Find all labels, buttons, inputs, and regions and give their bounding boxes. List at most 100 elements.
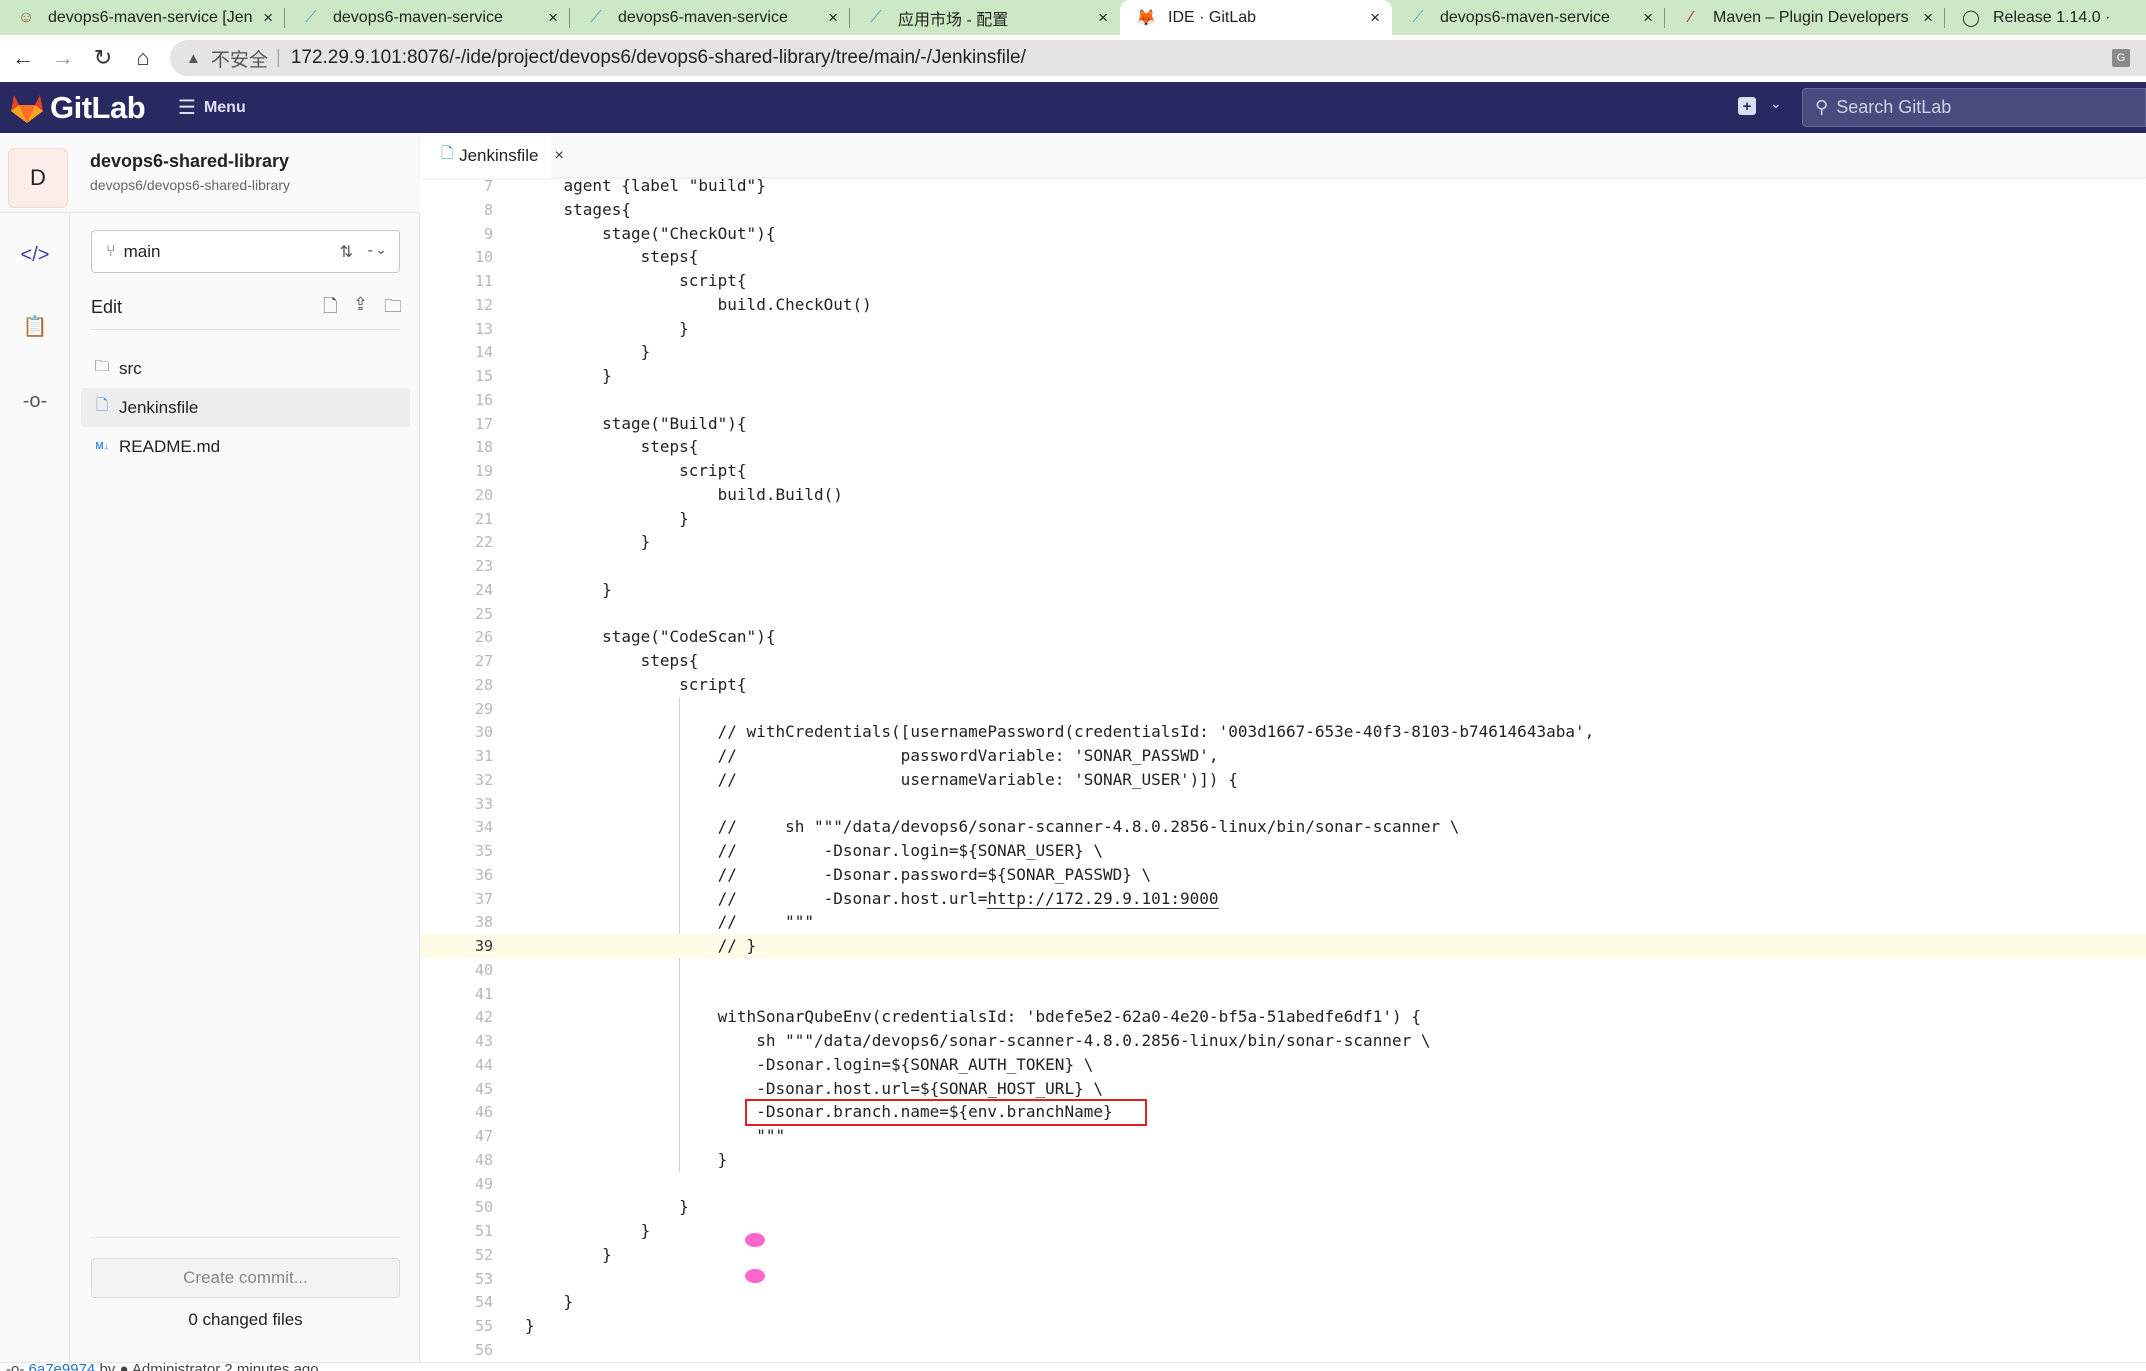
code-line[interactable]: 41 <box>421 982 2146 1006</box>
code-line[interactable]: 46 -Dsonar.branch.name=${env.branchName} <box>421 1100 2146 1124</box>
code-line[interactable]: 19 script{ <box>421 459 2146 483</box>
code-line[interactable]: 15 } <box>421 364 2146 388</box>
activity-review[interactable]: 📋 <box>0 301 70 351</box>
address-bar[interactable]: ▲ 不安全 | 172.29.9.101:8076/-/ide/project/… <box>170 40 2146 76</box>
new-item-dropdown[interactable]: ⌄ <box>1770 95 1782 112</box>
code-area[interactable]: 7 agent {label "build"} 8 stages{9 stage(… <box>421 133 2146 1362</box>
gitlab-home-link[interactable]: GitLab <box>10 90 146 126</box>
code-line[interactable]: 32 // usernameVariable: 'SONAR_USER')]) … <box>421 768 2146 792</box>
code-line[interactable]: 35 // -Dsonar.login=${SONAR_USER} \ <box>421 839 2146 863</box>
code-line[interactable]: 36 // -Dsonar.password=${SONAR_PASSWD} \ <box>421 863 2146 887</box>
code-line[interactable]: 42 withSonarQubeEnv(credentialsId: 'bdef… <box>421 1005 2146 1029</box>
code-line[interactable]: 17 stage("Build"){ <box>421 412 2146 436</box>
close-tab-icon[interactable]: × <box>548 8 558 28</box>
browser-tab[interactable]: ⟋ devops6-maven-service × <box>1392 0 1665 35</box>
branch-selector[interactable]: ⑂ main ⇅ - ⌄ <box>91 230 400 273</box>
code-line[interactable]: 39 // } <box>421 934 2146 958</box>
code-line[interactable]: 51 } <box>421 1219 2146 1243</box>
code-line[interactable]: 22 } <box>421 530 2146 554</box>
code-line[interactable]: 44 -Dsonar.login=${SONAR_AUTH_TOKEN} \ <box>421 1053 2146 1077</box>
back-button[interactable]: ← <box>8 43 38 73</box>
browser-tab[interactable]: 🦊 IDE · GitLab × <box>1120 0 1392 35</box>
code-line[interactable]: 50 } <box>421 1195 2146 1219</box>
code-line[interactable]: 43 sh """/data/devops6/sonar-scanner-4.8… <box>421 1029 2146 1053</box>
close-tab-icon[interactable]: × <box>828 8 838 28</box>
line-number: 51 <box>474 1222 493 1240</box>
code-line[interactable]: 10 steps{ <box>421 245 2146 269</box>
browser-tab[interactable]: ⟋ devops6-maven-service × <box>570 0 850 35</box>
code-line[interactable]: 31 // passwordVariable: 'SONAR_PASSWD', <box>421 744 2146 768</box>
code-line[interactable]: 11 script{ <box>421 269 2146 293</box>
code-line[interactable]: 25 <box>421 602 2146 626</box>
browser-tab[interactable]: ◯ Release 1.14.0 · mc1arke <box>1945 0 2146 35</box>
code-line[interactable]: 53 <box>421 1267 2146 1291</box>
code-line[interactable]: 12 build.CheckOut() <box>421 293 2146 317</box>
code-line[interactable]: 52 } <box>421 1243 2146 1267</box>
close-tab-icon[interactable]: × <box>263 8 273 28</box>
code-line[interactable]: 18 steps{ <box>421 435 2146 459</box>
new-folder-icon[interactable]: 🗀 <box>384 294 402 324</box>
new-item-button[interactable]: + <box>1738 97 1756 115</box>
url-text[interactable]: 172.29.9.101:8076/-/ide/project/devops6/… <box>291 47 1026 69</box>
edit-header: Edit 🗋 ⇪ 🗀 <box>91 288 402 328</box>
code-line[interactable]: 9 stage("CheckOut"){ <box>421 222 2146 246</box>
close-tab-icon[interactable]: × <box>1923 8 1933 28</box>
create-commit-button[interactable]: Create commit... <box>91 1258 400 1298</box>
code-line[interactable]: 49 <box>421 1172 2146 1196</box>
file-tree-item[interactable]: 🗋 Jenkinsfile <box>81 388 410 427</box>
project-avatar[interactable]: D <box>8 148 68 208</box>
translate-icon[interactable]: G <box>2112 49 2130 67</box>
arrow-right-icon: → <box>52 45 74 70</box>
code-line[interactable]: 20 build.Build() <box>421 483 2146 507</box>
browser-tab[interactable]: ⟋ devops6-maven-service × <box>285 0 570 35</box>
code-line[interactable]: 45 -Dsonar.host.url=${SONAR_HOST_URL} \ <box>421 1077 2146 1101</box>
browser-tab[interactable]: ⟋ 应用市场 - 配置 × <box>850 0 1120 35</box>
code-line[interactable]: 55} <box>421 1314 2146 1338</box>
close-tab-icon[interactable]: × <box>1643 8 1653 28</box>
code-line[interactable]: 33 <box>421 792 2146 816</box>
file-icon: 🗋 <box>441 145 454 162</box>
author-name[interactable]: Administrator <box>132 1363 220 1371</box>
code-line[interactable]: 14 } <box>421 340 2146 364</box>
file-tree-item[interactable]: M↓ README.md <box>81 427 410 466</box>
close-tab-icon[interactable]: × <box>554 147 563 165</box>
code-line[interactable]: 54 } <box>421 1290 2146 1314</box>
reload-button[interactable]: ↻ <box>88 43 118 73</box>
search-gitlab-input[interactable]: ⚲ Search GitLab <box>1802 88 2146 127</box>
code-line[interactable]: 16 <box>421 388 2146 412</box>
code-line[interactable]: 29 <box>421 697 2146 721</box>
menu-button[interactable]: ☰ Menu <box>178 95 246 120</box>
upload-icon[interactable]: ⇪ <box>353 294 368 315</box>
code-line[interactable]: 23 <box>421 554 2146 578</box>
commit-sha-link[interactable]: 6a7e9974 <box>29 1363 96 1371</box>
url-link[interactable]: http://172.29.9.101:9000 <box>987 888 1219 909</box>
activity-commit[interactable]: -o- <box>0 376 70 426</box>
code-line[interactable]: 37 // -Dsonar.host.url=http://172.29.9.1… <box>421 887 2146 911</box>
close-tab-icon[interactable]: × <box>1098 8 1108 28</box>
line-number: 24 <box>474 580 493 599</box>
code-line[interactable]: 47 """ <box>421 1124 2146 1148</box>
code-line[interactable]: 26 stage("CodeScan"){ <box>421 625 2146 649</box>
editor-tab-jenkinsfile[interactable]: 🗋 Jenkinsfile × <box>421 133 564 178</box>
code-line[interactable]: 38 // """ <box>421 910 2146 934</box>
code-line[interactable]: 34 // sh """/data/devops6/sonar-scanner-… <box>421 815 2146 839</box>
code-line[interactable]: 28 script{ <box>421 673 2146 697</box>
browser-tab[interactable]: ⁄ Maven – Plugin Developers × <box>1665 0 1945 35</box>
close-tab-icon[interactable]: × <box>1370 8 1380 28</box>
code-line[interactable]: 30 // withCredentials([usernamePassword(… <box>421 720 2146 744</box>
code-line[interactable]: 8 stages{ <box>421 198 2146 222</box>
file-tree-item[interactable]: 🗀 src <box>81 349 410 388</box>
code-line[interactable]: 48 } <box>421 1148 2146 1172</box>
browser-tab[interactable]: ☺ devops6-maven-service [Jenkins] × <box>0 0 285 35</box>
code-line[interactable]: 24 } <box>421 578 2146 602</box>
code-line[interactable]: 13 } <box>421 317 2146 341</box>
home-button[interactable]: ⌂ <box>128 43 158 73</box>
new-file-icon[interactable]: 🗋 <box>323 294 337 324</box>
code-line[interactable]: 27 steps{ <box>421 649 2146 673</box>
forward-button[interactable]: → <box>48 43 78 73</box>
code-line[interactable]: 21 } <box>421 507 2146 531</box>
project-name[interactable]: devops6-shared-library <box>90 151 289 172</box>
code-line[interactable]: 40 <box>421 958 2146 982</box>
activity-edit[interactable]: </> <box>0 230 70 280</box>
code-line[interactable]: 56 <box>421 1338 2146 1362</box>
